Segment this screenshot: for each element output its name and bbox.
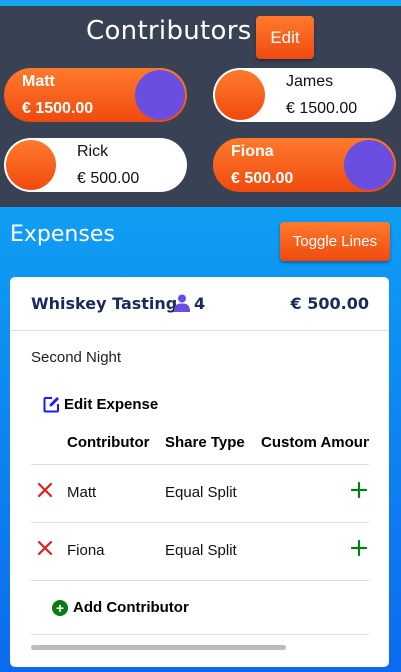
contributor-name: Fiona [231, 143, 274, 160]
add-contributor-label: Add Contributor [73, 599, 189, 616]
expenses-title: Expenses [10, 222, 115, 247]
column-header-share-type: Share Type [165, 434, 245, 451]
row-share-type[interactable]: Equal Split [165, 484, 237, 501]
edit-contributors-button[interactable]: Edit [256, 16, 314, 59]
edit-icon [43, 397, 59, 413]
contributor-toggle-rick[interactable]: Rick € 500.00 [4, 138, 187, 192]
contributor-toggle-matt[interactable]: Matt € 1500.00 [4, 68, 187, 122]
expense-name: Whiskey Tasting [31, 294, 178, 313]
contributor-amount: € 500.00 [77, 170, 140, 187]
contributor-toggle-james[interactable]: James € 1500.00 [213, 68, 396, 122]
add-custom-amount-icon[interactable] [351, 540, 367, 556]
contributor-name: Matt [22, 73, 55, 90]
participant-count: 4 [194, 294, 206, 313]
table-row: Fiona Equal Split [31, 522, 369, 580]
expenses-section: Expenses Toggle Lines Whiskey Tasting 4 … [0, 207, 401, 672]
edit-expense-label: Edit Expense [64, 396, 159, 413]
toggle-lines-button[interactable]: Toggle Lines [280, 222, 390, 261]
toggle-knob [6, 140, 56, 190]
row-contributor: Matt [67, 484, 97, 501]
contributor-toggle-fiona[interactable]: Fiona € 500.00 [213, 138, 396, 192]
plus-circle-icon: + [52, 599, 68, 616]
table-row: Matt Equal Split [31, 464, 369, 522]
add-custom-amount-icon[interactable] [351, 482, 367, 498]
contributor-amount: € 1500.00 [286, 100, 358, 117]
contributor-name: James [286, 73, 334, 90]
person-icon [174, 294, 190, 312]
horizontal-scrollbar[interactable] [31, 645, 286, 650]
contributor-amount: € 500.00 [231, 170, 294, 187]
expense-total: € 500.00 [290, 294, 369, 313]
contributors-panel: Contributors Edit Matt € 1500.00 James €… [0, 6, 401, 207]
contributors-title: Contributors [86, 16, 252, 46]
expense-card: Whiskey Tasting 4 € 500.00 Second Night … [10, 277, 389, 667]
contributor-name: Rick [77, 143, 109, 160]
row-share-type[interactable]: Equal Split [165, 542, 237, 559]
contributor-amount: € 1500.00 [22, 100, 94, 117]
toggle-knob [135, 70, 185, 120]
divider [31, 634, 369, 635]
column-header-custom-amount: Custom Amount [261, 434, 369, 451]
toggle-knob [344, 140, 394, 190]
expense-description: Second Night [31, 349, 122, 366]
column-header-contributor: Contributor [67, 434, 150, 451]
toggle-knob [215, 70, 265, 120]
expense-card-header[interactable]: Whiskey Tasting 4 € 500.00 [10, 277, 389, 331]
edit-expense-button[interactable]: Edit Expense [43, 396, 158, 413]
remove-icon[interactable] [37, 482, 53, 498]
add-contributor-button[interactable]: + Add Contributor [52, 599, 189, 616]
remove-icon[interactable] [37, 540, 53, 556]
row-contributor: Fiona [67, 542, 105, 559]
